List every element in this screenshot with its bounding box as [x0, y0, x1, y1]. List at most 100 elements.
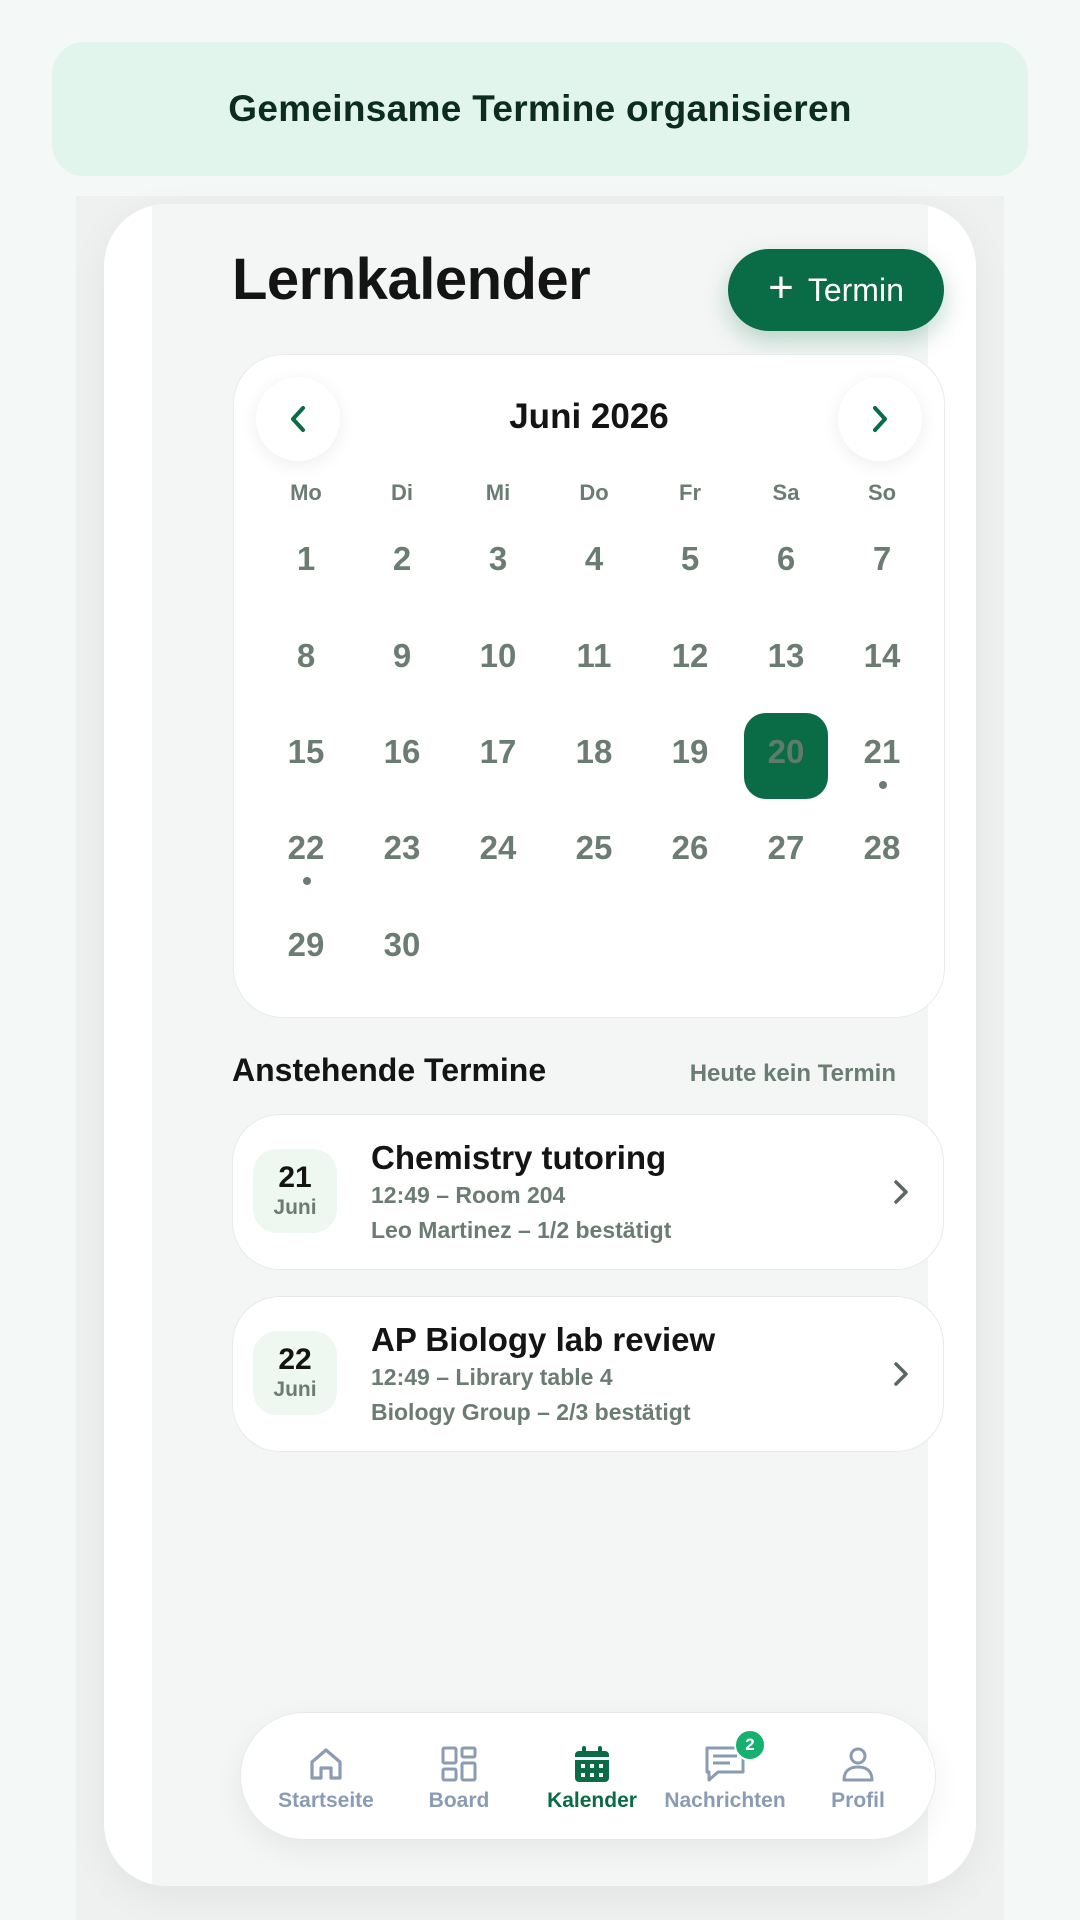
calendar-day[interactable]: 24 [450, 809, 546, 889]
add-appointment-label: Termin [807, 271, 904, 308]
weekday-label: Do [579, 480, 609, 505]
home-icon [307, 1743, 345, 1785]
tab-profil[interactable]: Profil [793, 1743, 923, 1813]
messages-icon: 2 [704, 1729, 766, 1785]
day-number: 13 [767, 637, 805, 674]
tab-kalender[interactable]: Kalender [527, 1743, 657, 1813]
day-number: 11 [576, 637, 612, 674]
next-month-button[interactable] [838, 377, 922, 461]
day-number: 6 [776, 540, 796, 577]
weekday-label: Di [391, 480, 413, 505]
calendar-week: 22 23 24 25 26 27 28 [258, 809, 930, 889]
calendar-day[interactable]: 27 [738, 809, 834, 889]
calendar-day[interactable]: 13 [738, 617, 834, 697]
calendar-day[interactable]: 4 [546, 520, 642, 600]
calendar-day[interactable]: 25 [546, 809, 642, 889]
weekday-header: Mo Di Mi Do Fr Sa So [258, 480, 930, 506]
event-card[interactable]: 22 Juni AP Biology lab review 12:49 – Li… [232, 1296, 944, 1452]
calendar-day[interactable]: 1 [258, 520, 354, 600]
day-number: 5 [680, 540, 700, 577]
chevron-right-icon [894, 1180, 908, 1204]
event-day: 22 [278, 1342, 312, 1376]
day-number: 14 [863, 637, 901, 674]
calendar-day[interactable]: 14 [834, 617, 930, 697]
tab-label: Nachrichten [664, 1789, 786, 1812]
day-number: 1 [296, 540, 316, 577]
calendar-day[interactable]: 2 [354, 520, 450, 600]
calendar-week: 29 30 [258, 906, 930, 986]
day-number: 25 [575, 829, 613, 866]
event-card[interactable]: 21 Juni Chemistry tutoring 12:49 – Room … [232, 1114, 944, 1270]
event-info: Chemistry tutoring 12:49 – Room 204 Leo … [371, 1137, 671, 1244]
event-dot-indicator [303, 877, 311, 885]
calendar-day[interactable]: 7 [834, 520, 930, 600]
event-title: Chemistry tutoring [371, 1139, 667, 1176]
weekday-label: Mi [485, 480, 511, 505]
calendar-day[interactable]: 11 [546, 617, 642, 697]
calendar-day[interactable]: 23 [354, 809, 450, 889]
event-time-place: 12:49 – Library table 4 [371, 1364, 613, 1391]
weekday-label: Mo [290, 480, 322, 505]
calendar-day[interactable]: 10 [450, 617, 546, 697]
day-number: 3 [488, 540, 508, 577]
calendar-week: 8 9 10 11 12 13 14 [258, 617, 930, 697]
event-date-badge: 22 Juni [253, 1331, 337, 1415]
day-number: 30 [383, 926, 421, 963]
calendar-day[interactable]: 6 [738, 520, 834, 600]
event-day: 21 [278, 1160, 312, 1194]
calendar-day[interactable]: 16 [354, 713, 450, 793]
upcoming-section-title: Anstehende Termine [232, 1052, 547, 1088]
calendar-day[interactable]: 18 [546, 713, 642, 793]
day-number: 10 [479, 637, 517, 674]
calendar-day[interactable]: 19 [642, 713, 738, 793]
event-month: Juni [273, 1377, 317, 1401]
calendar-card: Juni 2026 Mo Di Mi Do Fr Sa So 1 2 3 4 5… [233, 354, 945, 1018]
calendar-day[interactable]: 21 [834, 713, 930, 793]
calendar-day[interactable]: 5 [642, 520, 738, 600]
tab-label: Profil [831, 1789, 885, 1812]
day-number: 8 [296, 637, 316, 674]
tab-nachrichten[interactable]: 2 Nachrichten [660, 1729, 790, 1813]
day-number: 7 [872, 540, 892, 577]
calendar-day[interactable]: 8 [258, 617, 354, 697]
calendar-day[interactable]: 3 [450, 520, 546, 600]
page-title: Lernkalender [232, 247, 591, 312]
event-title: AP Biology lab review [371, 1321, 716, 1358]
tab-startseite[interactable]: Startseite [261, 1743, 391, 1813]
calendar-day[interactable]: 29 [258, 906, 354, 986]
day-number: 27 [767, 829, 805, 866]
event-date-badge: 21 Juni [253, 1149, 337, 1233]
calendar-day[interactable]: 17 [450, 713, 546, 793]
calendar-day[interactable]: 26 [642, 809, 738, 889]
event-dot-indicator [879, 781, 887, 789]
day-number: 2 [392, 540, 412, 577]
calendar-day[interactable]: 15 [258, 713, 354, 793]
day-number: 20 [767, 733, 805, 770]
day-number: 17 [479, 733, 517, 770]
add-appointment-button[interactable]: + Termin [728, 249, 944, 331]
tab-board[interactable]: Board [394, 1743, 524, 1813]
calendar-day[interactable]: 28 [834, 809, 930, 889]
day-number: 28 [863, 829, 901, 866]
tab-label: Board [428, 1789, 490, 1812]
banner-text: Gemeinsame Termine organisieren [228, 88, 852, 129]
calendar-day[interactable]: 22 [258, 809, 354, 889]
day-number: 15 [287, 733, 325, 770]
calendar-day[interactable]: 12 [642, 617, 738, 697]
calendar-day-selected[interactable]: 20 [738, 713, 834, 799]
phone-frame: Lernkalender + Termin Juni 2026 Mo Di Mi… [104, 204, 976, 1886]
day-number: 23 [383, 829, 421, 866]
profile-icon [839, 1743, 877, 1785]
day-number: 18 [575, 733, 613, 770]
app-screen: Lernkalender + Termin Juni 2026 Mo Di Mi… [152, 204, 945, 1886]
tab-label: Startseite [278, 1789, 374, 1812]
event-month: Juni [273, 1195, 317, 1219]
calendar-day[interactable]: 30 [354, 906, 450, 986]
chevron-right-icon [873, 406, 887, 432]
day-number: 19 [671, 733, 709, 770]
bottom-tab-bar: Startseite Board Kalender 2 Nachrichten … [240, 1712, 936, 1840]
day-number: 26 [671, 829, 709, 866]
calendar-week: 15 16 17 18 19 20 21 [258, 713, 930, 799]
plus-icon: + [768, 263, 794, 312]
calendar-day[interactable]: 9 [354, 617, 450, 697]
